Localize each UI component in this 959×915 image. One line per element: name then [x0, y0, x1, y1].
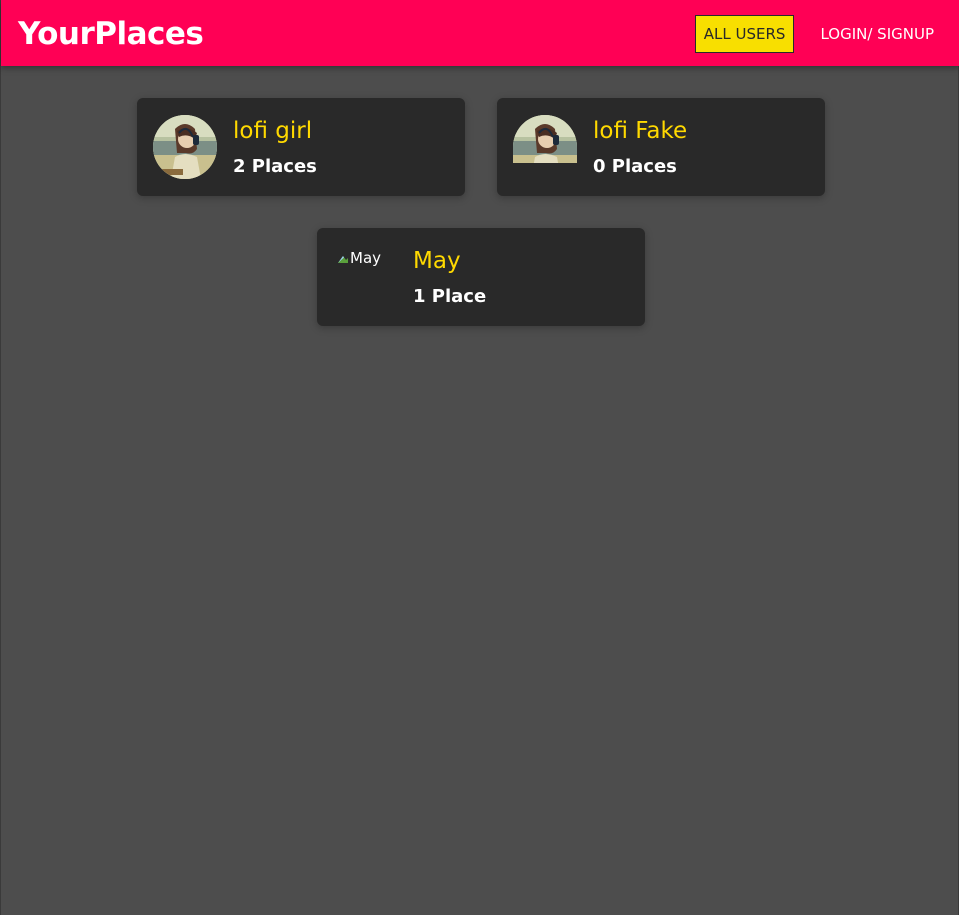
user-avatar: [513, 115, 577, 163]
broken-image-icon: [338, 256, 348, 263]
broken-image: May: [337, 249, 381, 267]
main-header: YourPlaces ALL USERS LOGIN/ SIGNUP: [1, 0, 959, 66]
user-avatar: [153, 115, 217, 179]
user-name[interactable]: lofi girl: [233, 116, 312, 146]
user-card-may[interactable]: May May 1 Place: [317, 228, 645, 326]
user-places-count: 0 Places: [593, 156, 677, 177]
nav-all-users[interactable]: ALL USERS: [694, 15, 795, 53]
user-places-count: 2 Places: [233, 156, 317, 177]
main-navigation: ALL USERS LOGIN/ SIGNUP: [694, 14, 942, 54]
user-places-count: 1 Place: [413, 286, 487, 307]
user-avatar: May: [333, 245, 397, 309]
user-card-lofi-fake[interactable]: lofi Fake 0 Places: [497, 98, 825, 196]
nav-login-signup[interactable]: LOGIN/ SIGNUP: [812, 15, 942, 53]
app-logo[interactable]: YourPlaces: [18, 14, 204, 54]
user-card-lofi-girl[interactable]: lofi girl 2 Places: [137, 98, 465, 196]
lofi-girl-image: [513, 115, 577, 163]
avatar-alt-text: May: [350, 249, 382, 267]
user-name[interactable]: May: [413, 246, 461, 276]
user-name[interactable]: lofi Fake: [593, 116, 687, 146]
lofi-girl-image: [153, 115, 217, 179]
